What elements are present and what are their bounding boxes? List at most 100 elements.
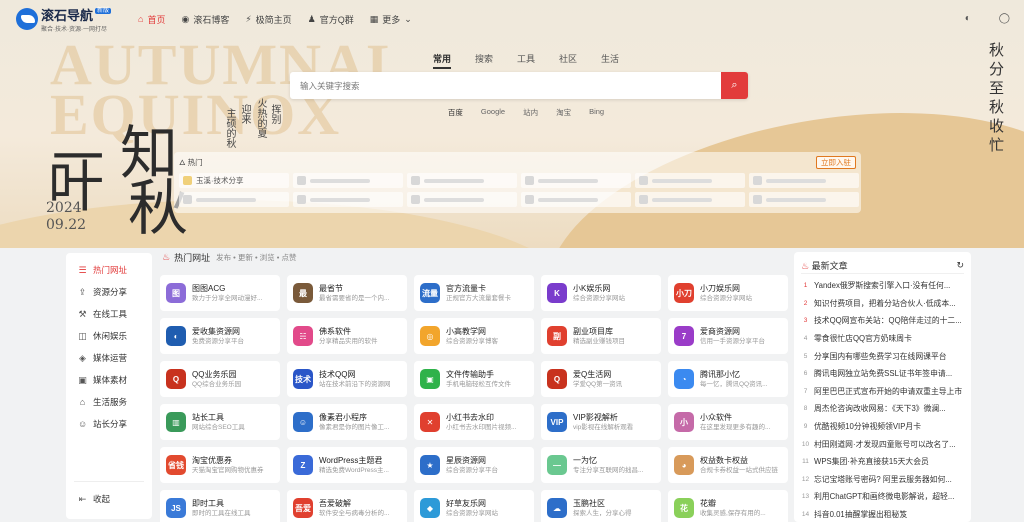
nav-item-2[interactable]: ⚡ 极简主页 bbox=[245, 13, 291, 26]
search-tab[interactable]: 生活 bbox=[601, 52, 619, 69]
gamepad-icon: ◫ bbox=[78, 330, 87, 341]
search-input[interactable]: 输入关键字搜索 bbox=[290, 80, 721, 92]
news-item[interactable]: 10 村田刚道网·才发现四童账号可以改名了... bbox=[801, 435, 964, 453]
nav-item-1[interactable]: ◉ 滚石博客 bbox=[181, 13, 229, 26]
site-card[interactable]: — 一为忆 专注分享互联网的拙昌... bbox=[541, 447, 661, 483]
user-icon[interactable]: ◯ bbox=[999, 13, 1010, 24]
sidebar-item-0[interactable]: ☰ 热门网址 bbox=[66, 259, 152, 281]
top-header: 滚石导航 新版 聚合·技术·资源·一网打尽 ⌂ 首页 ◉ 滚石博客 ⚡ 极简主页 ♟ 官方Q群 ▦… bbox=[0, 0, 1024, 38]
theme-toggle-icon[interactable]: ◐ bbox=[965, 13, 971, 24]
site-card[interactable]: 吾爱 吾爱破解 软件安全与病毒分析的... bbox=[287, 490, 407, 522]
hot-item[interactable] bbox=[635, 192, 745, 207]
site-desc: 在这里发现更多有趣的... bbox=[700, 424, 771, 431]
news-item[interactable]: 4 零食很忙店QQ官方奶味周卡 bbox=[801, 330, 964, 348]
site-card[interactable]: ▥ 站长工具 网站综合SEO工具 bbox=[160, 404, 280, 440]
search-tab[interactable]: 常用 bbox=[432, 52, 451, 69]
hot-item[interactable] bbox=[407, 192, 517, 207]
site-card[interactable]: 最最省节 最省需要省的是一个内... bbox=[287, 275, 407, 311]
refresh-icon[interactable]: ↻ bbox=[956, 260, 964, 271]
nav-item-4[interactable]: ▦ 更多 ⌄ bbox=[370, 13, 412, 26]
hot-item[interactable] bbox=[293, 192, 403, 207]
search-engine[interactable]: 百度 bbox=[448, 107, 463, 118]
news-rank: 5 bbox=[803, 352, 808, 360]
site-card[interactable]: 技术 技术QQ网 站在技术前沿下的资源网 bbox=[287, 361, 407, 397]
news-item[interactable]: 7 阿里巴巴正式宣布开始的申请双重主导上市 bbox=[801, 383, 964, 401]
site-logo[interactable]: 滚石导航 新版 聚合·技术·资源·一网打尽 bbox=[16, 5, 126, 33]
news-item[interactable]: 8 周杰伦咨询改收网易：《天下3》微澜... bbox=[801, 400, 964, 418]
sidebar-item-5[interactable]: ▣ 媒体素材 bbox=[66, 369, 152, 391]
news-item[interactable]: 3 技术QQ网宣布关站：QQ陪伴走过的十二... bbox=[801, 312, 964, 330]
site-card[interactable]: Z WordPress主题君 精选免费WordPress主... bbox=[287, 447, 407, 483]
search-tab[interactable]: 社区 bbox=[559, 52, 577, 69]
hot-item[interactable] bbox=[749, 173, 859, 188]
site-card[interactable]: 副副业项目库 精选副业赚钱项目 bbox=[541, 318, 661, 354]
site-card[interactable]: ☺ 像素君小程序 像素君是你的图片像工... bbox=[287, 404, 407, 440]
site-card[interactable]: 省钱 淘宝优惠券 天猫淘宝官网购物优惠券 bbox=[160, 447, 280, 483]
site-card[interactable]: 花花瓣 收集灵感,保存有用的... bbox=[668, 490, 788, 522]
sidebar-item-2[interactable]: ⚒ 在线工具 bbox=[66, 303, 152, 325]
site-card[interactable]: ★ 星辰资源网 综合资源分享平台 bbox=[414, 447, 534, 483]
hot-item[interactable] bbox=[749, 192, 859, 207]
site-card[interactable]: 7 爱商资源网 信用一手资源分享平台 bbox=[668, 318, 788, 354]
sidebar-item-6[interactable]: ⌂ 生活服务 bbox=[66, 391, 152, 413]
hot-item[interactable] bbox=[407, 173, 517, 188]
site-card[interactable]: ◎ 小高教学网 综合资源分享博客 bbox=[414, 318, 534, 354]
site-icon: ◆ bbox=[420, 498, 440, 518]
search-tab[interactable]: 搜索 bbox=[475, 52, 493, 69]
site-card[interactable]: 图图图ACG 致力于分享全网动漫好... bbox=[160, 275, 280, 311]
site-card[interactable]: ◔ 腾讯那小忆 每一忆，腾讯QQ资讯... bbox=[668, 361, 788, 397]
news-item[interactable]: 12 忘记宝塔账号密码? 阿里云服务器如何... bbox=[801, 471, 964, 489]
site-card[interactable]: 流量 官方流量卡 正规官方大流量套餐卡 bbox=[414, 275, 534, 311]
site-card[interactable]: ☁ 玉鹏社区 探索人生，分享心得 bbox=[541, 490, 661, 522]
news-item[interactable]: 5 分享国内有哪些免费学习在线网课平台 bbox=[801, 347, 964, 365]
site-card[interactable]: K 小K娱乐网 综合资源分享网站 bbox=[541, 275, 661, 311]
news-item[interactable]: 2 知识付费项目，把着分站合伙人·低成本... bbox=[801, 295, 964, 313]
site-card[interactable]: Q 爱Q生活网 学爱QQ第一资讯 bbox=[541, 361, 661, 397]
site-card[interactable]: ▣ 文件传输助手 手机电脑轻松互传文件 bbox=[414, 361, 534, 397]
site-name: 淘宝优惠券 bbox=[192, 456, 232, 465]
hot-item[interactable] bbox=[179, 192, 289, 207]
site-card[interactable]: ◆ 好草友乐网 综合资源分享网站 bbox=[414, 490, 534, 522]
nav-item-3[interactable]: ♟ 官方Q群 bbox=[308, 13, 354, 26]
search-tab[interactable]: 工具 bbox=[517, 52, 535, 69]
search-engine[interactable]: Bing bbox=[589, 107, 604, 118]
search-button[interactable]: ⌕ bbox=[721, 72, 748, 99]
sidebar-item-4[interactable]: ◈ 媒体运营 bbox=[66, 347, 152, 369]
site-desc: 站在技术前沿下的资源网 bbox=[319, 381, 391, 388]
hot-item[interactable] bbox=[521, 192, 631, 207]
join-button[interactable]: 立即入驻 bbox=[816, 156, 856, 169]
hot-item[interactable] bbox=[293, 173, 403, 188]
site-icon: — bbox=[547, 455, 567, 475]
site-card[interactable]: 小小众软件 在这里发现更多有趣的... bbox=[668, 404, 788, 440]
site-card[interactable]: ◐ 爱收集资源网 免费资源分享平台 bbox=[160, 318, 280, 354]
site-name: 佛系软件 bbox=[319, 327, 351, 336]
sidebar-item-1[interactable]: ⇪ 资源分享 bbox=[66, 281, 152, 303]
news-item[interactable]: 13 利用ChatGPT和画终微电影解说，超轻... bbox=[801, 488, 964, 506]
sidebar-item-3[interactable]: ◫ 休闲娱乐 bbox=[66, 325, 152, 347]
site-card[interactable]: ✕ 小红书去水印 小红书去水印图片视频... bbox=[414, 404, 534, 440]
news-title: 村田刚道网·才发现四童账号可以改名了... bbox=[814, 439, 956, 449]
chevron-down-icon: ⌄ bbox=[404, 13, 412, 24]
search-engine[interactable]: 站内 bbox=[523, 107, 538, 118]
sidebar-item-7[interactable]: ☺ 站长分享 bbox=[66, 413, 152, 435]
site-card[interactable]: ◕ 权益数卡权益 合规卡券权益一站式供应链 bbox=[668, 447, 788, 483]
news-item[interactable]: 11 WPS集团·补充直接获15天大会员 bbox=[801, 453, 964, 471]
site-card[interactable]: ☵ 佛系软件 分享精品实用的软件 bbox=[287, 318, 407, 354]
site-card[interactable]: Q QQ业务乐园 QQ综合业务乐园 bbox=[160, 361, 280, 397]
nav-item-0[interactable]: ⌂ 首页 bbox=[138, 13, 165, 26]
site-card[interactable]: VIP VIP影视解析 vip影视在线解析观看 bbox=[541, 404, 661, 440]
news-item[interactable]: 14 抖音0.01抽醒掌握出租秘笈 bbox=[801, 506, 964, 522]
news-item[interactable]: 6 腾讯电网独立站免费SSL证书年签申请... bbox=[801, 365, 964, 383]
site-card[interactable]: JS 即时工具 即时的工具在线工具 bbox=[160, 490, 280, 522]
hot-item[interactable] bbox=[635, 173, 745, 188]
site-grid: 图图图ACG 致力于分享全网动漫好... 最最省节 最省需要省的是一个内... 流量 官方… bbox=[160, 275, 788, 522]
site-card[interactable]: 小刀 小刀娱乐网 综合资源分享网站 bbox=[668, 275, 788, 311]
news-title: 分享国内有哪些免费学习在线网课平台 bbox=[814, 351, 947, 361]
search-engine[interactable]: 淘宝 bbox=[556, 107, 571, 118]
search-engine[interactable]: Google bbox=[481, 107, 505, 118]
sidebar-collapse-button[interactable]: ⇤ 收起 bbox=[66, 488, 152, 510]
news-item[interactable]: 1 Yandex俄罗斯搜索引擎入口·没有任何... bbox=[801, 277, 964, 295]
hot-item[interactable]: 玉溪·技术分享 bbox=[179, 173, 289, 188]
hot-item[interactable] bbox=[521, 173, 631, 188]
news-item[interactable]: 9 优酷视频10分钟视频领VIP月卡 bbox=[801, 418, 964, 436]
